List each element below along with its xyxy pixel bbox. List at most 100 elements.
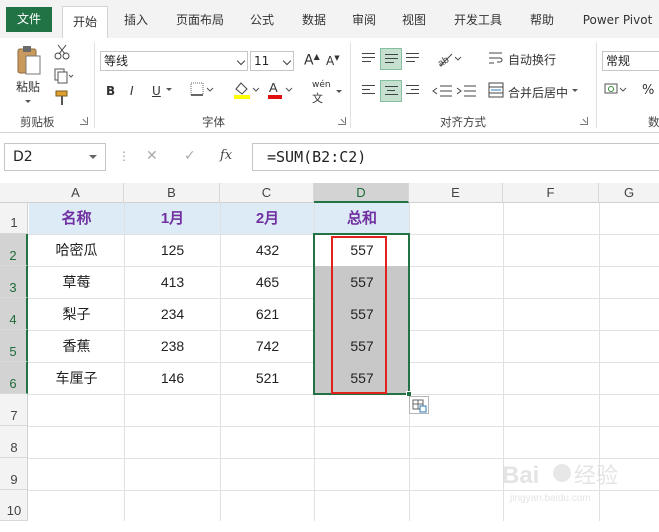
underline-button[interactable]: U — [152, 84, 161, 98]
cell-c4[interactable]: 621 — [221, 299, 314, 330]
phonetic-dropdown-icon[interactable] — [336, 90, 342, 93]
wrap-text-icon[interactable] — [488, 50, 504, 69]
cancel-icon[interactable]: ✕ — [146, 148, 158, 164]
merge-center-icon[interactable] — [488, 82, 504, 101]
align-middle-button[interactable] — [380, 48, 402, 70]
underline-dropdown-icon[interactable] — [166, 88, 172, 91]
merge-center-button[interactable]: 合并后居中 — [508, 84, 568, 101]
font-color-icon[interactable]: A — [266, 80, 294, 103]
row-header-6[interactable]: 6 — [0, 362, 28, 394]
formula-text: =SUM(B2:C2) — [267, 148, 367, 166]
bold-button[interactable]: B — [106, 84, 115, 98]
cell-c5[interactable]: 742 — [221, 331, 314, 362]
enter-icon[interactable]: ✓ — [184, 148, 196, 164]
italic-button[interactable]: I — [130, 84, 134, 98]
row-header-1[interactable]: 1 — [0, 203, 28, 234]
orientation-icon[interactable]: ab — [436, 50, 462, 71]
borders-icon[interactable] — [190, 82, 214, 101]
header-cell-name[interactable]: 名称 — [29, 203, 124, 234]
paste-button-label[interactable]: 粘贴 — [16, 78, 40, 95]
fill-color-icon[interactable] — [232, 80, 260, 103]
formula-input[interactable]: =SUM(B2:C2) — [252, 143, 659, 171]
wrap-text-button[interactable]: 自动换行 — [508, 51, 556, 68]
cell-a4[interactable]: 梨子 — [29, 299, 124, 330]
tab-page-layout[interactable]: 页面布局 — [168, 9, 232, 31]
tab-help[interactable]: 帮助 — [522, 9, 562, 31]
tab-view[interactable]: 视图 — [396, 9, 432, 31]
grow-font-button[interactable]: A▲ — [304, 52, 320, 69]
tab-review[interactable]: 审阅 — [346, 9, 382, 31]
header-cell-feb[interactable]: 2月 — [221, 203, 314, 234]
name-box-dropdown-icon[interactable] — [89, 155, 97, 159]
alignment-group-label: 对齐方式 — [440, 115, 486, 129]
cell-b2[interactable]: 125 — [125, 235, 220, 266]
cell-a5[interactable]: 香蕉 — [29, 331, 124, 362]
align-center-button[interactable] — [380, 80, 402, 102]
insert-function-icon[interactable]: fx — [220, 148, 232, 163]
highlight-annotation-box — [331, 236, 387, 394]
cell-b3[interactable]: 413 — [125, 267, 220, 298]
font-name-select[interactable]: 等线 — [100, 51, 248, 71]
row-header-2[interactable]: 2 — [0, 234, 28, 266]
column-header-c[interactable]: C — [220, 183, 314, 203]
column-header-g[interactable]: G — [599, 183, 659, 203]
cell-c2[interactable]: 432 — [221, 235, 314, 266]
phonetic-button[interactable]: wén 文 — [312, 80, 331, 106]
svg-text:A: A — [269, 80, 278, 95]
align-right-button[interactable] — [402, 80, 424, 102]
cell-a6[interactable]: 车厘子 — [29, 363, 124, 394]
row-header-7[interactable]: 7 — [0, 394, 28, 426]
clipboard-launcher-icon[interactable] — [80, 117, 88, 125]
column-header-f[interactable]: F — [503, 183, 599, 203]
tab-formulas[interactable]: 公式 — [244, 9, 280, 31]
percent-button[interactable]: % — [642, 83, 654, 98]
tab-power-pivot[interactable]: Power Pivot — [576, 9, 659, 31]
cut-icon[interactable] — [54, 44, 70, 63]
align-left-button[interactable] — [358, 80, 380, 102]
row-header-10[interactable]: 10 — [0, 490, 28, 521]
format-painter-icon[interactable] — [54, 90, 72, 109]
cell-b4[interactable]: 234 — [125, 299, 220, 330]
number-format-select[interactable]: 常规 — [602, 51, 659, 71]
copy-icon[interactable] — [54, 68, 74, 87]
font-launcher-icon[interactable] — [338, 117, 346, 125]
row-header-8[interactable]: 8 — [0, 426, 28, 458]
merge-dropdown-icon[interactable] — [572, 89, 578, 92]
column-header-a[interactable]: A — [28, 183, 124, 203]
row-header-3[interactable]: 3 — [0, 266, 28, 298]
tab-home[interactable]: 开始 — [62, 6, 108, 38]
tab-insert[interactable]: 插入 — [116, 9, 156, 31]
row-header-9[interactable]: 9 — [0, 458, 28, 490]
cell-c6[interactable]: 521 — [221, 363, 314, 394]
ribbon: 粘贴 剪贴板 等线 11 A▲ A▼ B I U A wén 文 字体 ab 自… — [0, 38, 659, 133]
cell-a2[interactable]: 哈密瓜 — [29, 235, 124, 266]
column-header-d[interactable]: D — [314, 183, 409, 203]
column-header-b[interactable]: B — [124, 183, 220, 203]
accounting-format-icon[interactable] — [604, 82, 628, 101]
quick-analysis-button[interactable] — [409, 396, 429, 414]
column-headers: A B C D E F G — [0, 183, 659, 203]
cell-b6[interactable]: 146 — [125, 363, 220, 394]
paste-icon[interactable] — [14, 44, 44, 80]
alignment-launcher-icon[interactable] — [580, 117, 588, 125]
header-cell-total[interactable]: 总和 — [315, 203, 409, 234]
cell-c3[interactable]: 465 — [221, 267, 314, 298]
increase-indent-icon[interactable] — [456, 84, 478, 101]
name-box[interactable]: D2 — [4, 143, 106, 171]
align-bottom-button[interactable] — [402, 48, 424, 70]
decrease-indent-icon[interactable] — [432, 84, 454, 101]
align-top-button[interactable] — [358, 48, 380, 70]
paste-dropdown-icon[interactable] — [25, 100, 31, 103]
tab-developer[interactable]: 开发工具 — [446, 9, 510, 31]
row-header-5[interactable]: 5 — [0, 330, 28, 362]
row-header-4[interactable]: 4 — [0, 298, 28, 330]
formula-bar: D2 ⋮ ✕ ✓ fx =SUM(B2:C2) — [0, 139, 659, 177]
cell-a3[interactable]: 草莓 — [29, 267, 124, 298]
column-header-e[interactable]: E — [409, 183, 503, 203]
header-cell-jan[interactable]: 1月 — [125, 203, 220, 234]
font-size-select[interactable]: 11 — [250, 51, 294, 71]
tab-data[interactable]: 数据 — [296, 9, 332, 31]
shrink-font-button[interactable]: A▼ — [326, 54, 340, 68]
cell-b5[interactable]: 238 — [125, 331, 220, 362]
tab-file[interactable]: 文件 — [6, 7, 52, 32]
